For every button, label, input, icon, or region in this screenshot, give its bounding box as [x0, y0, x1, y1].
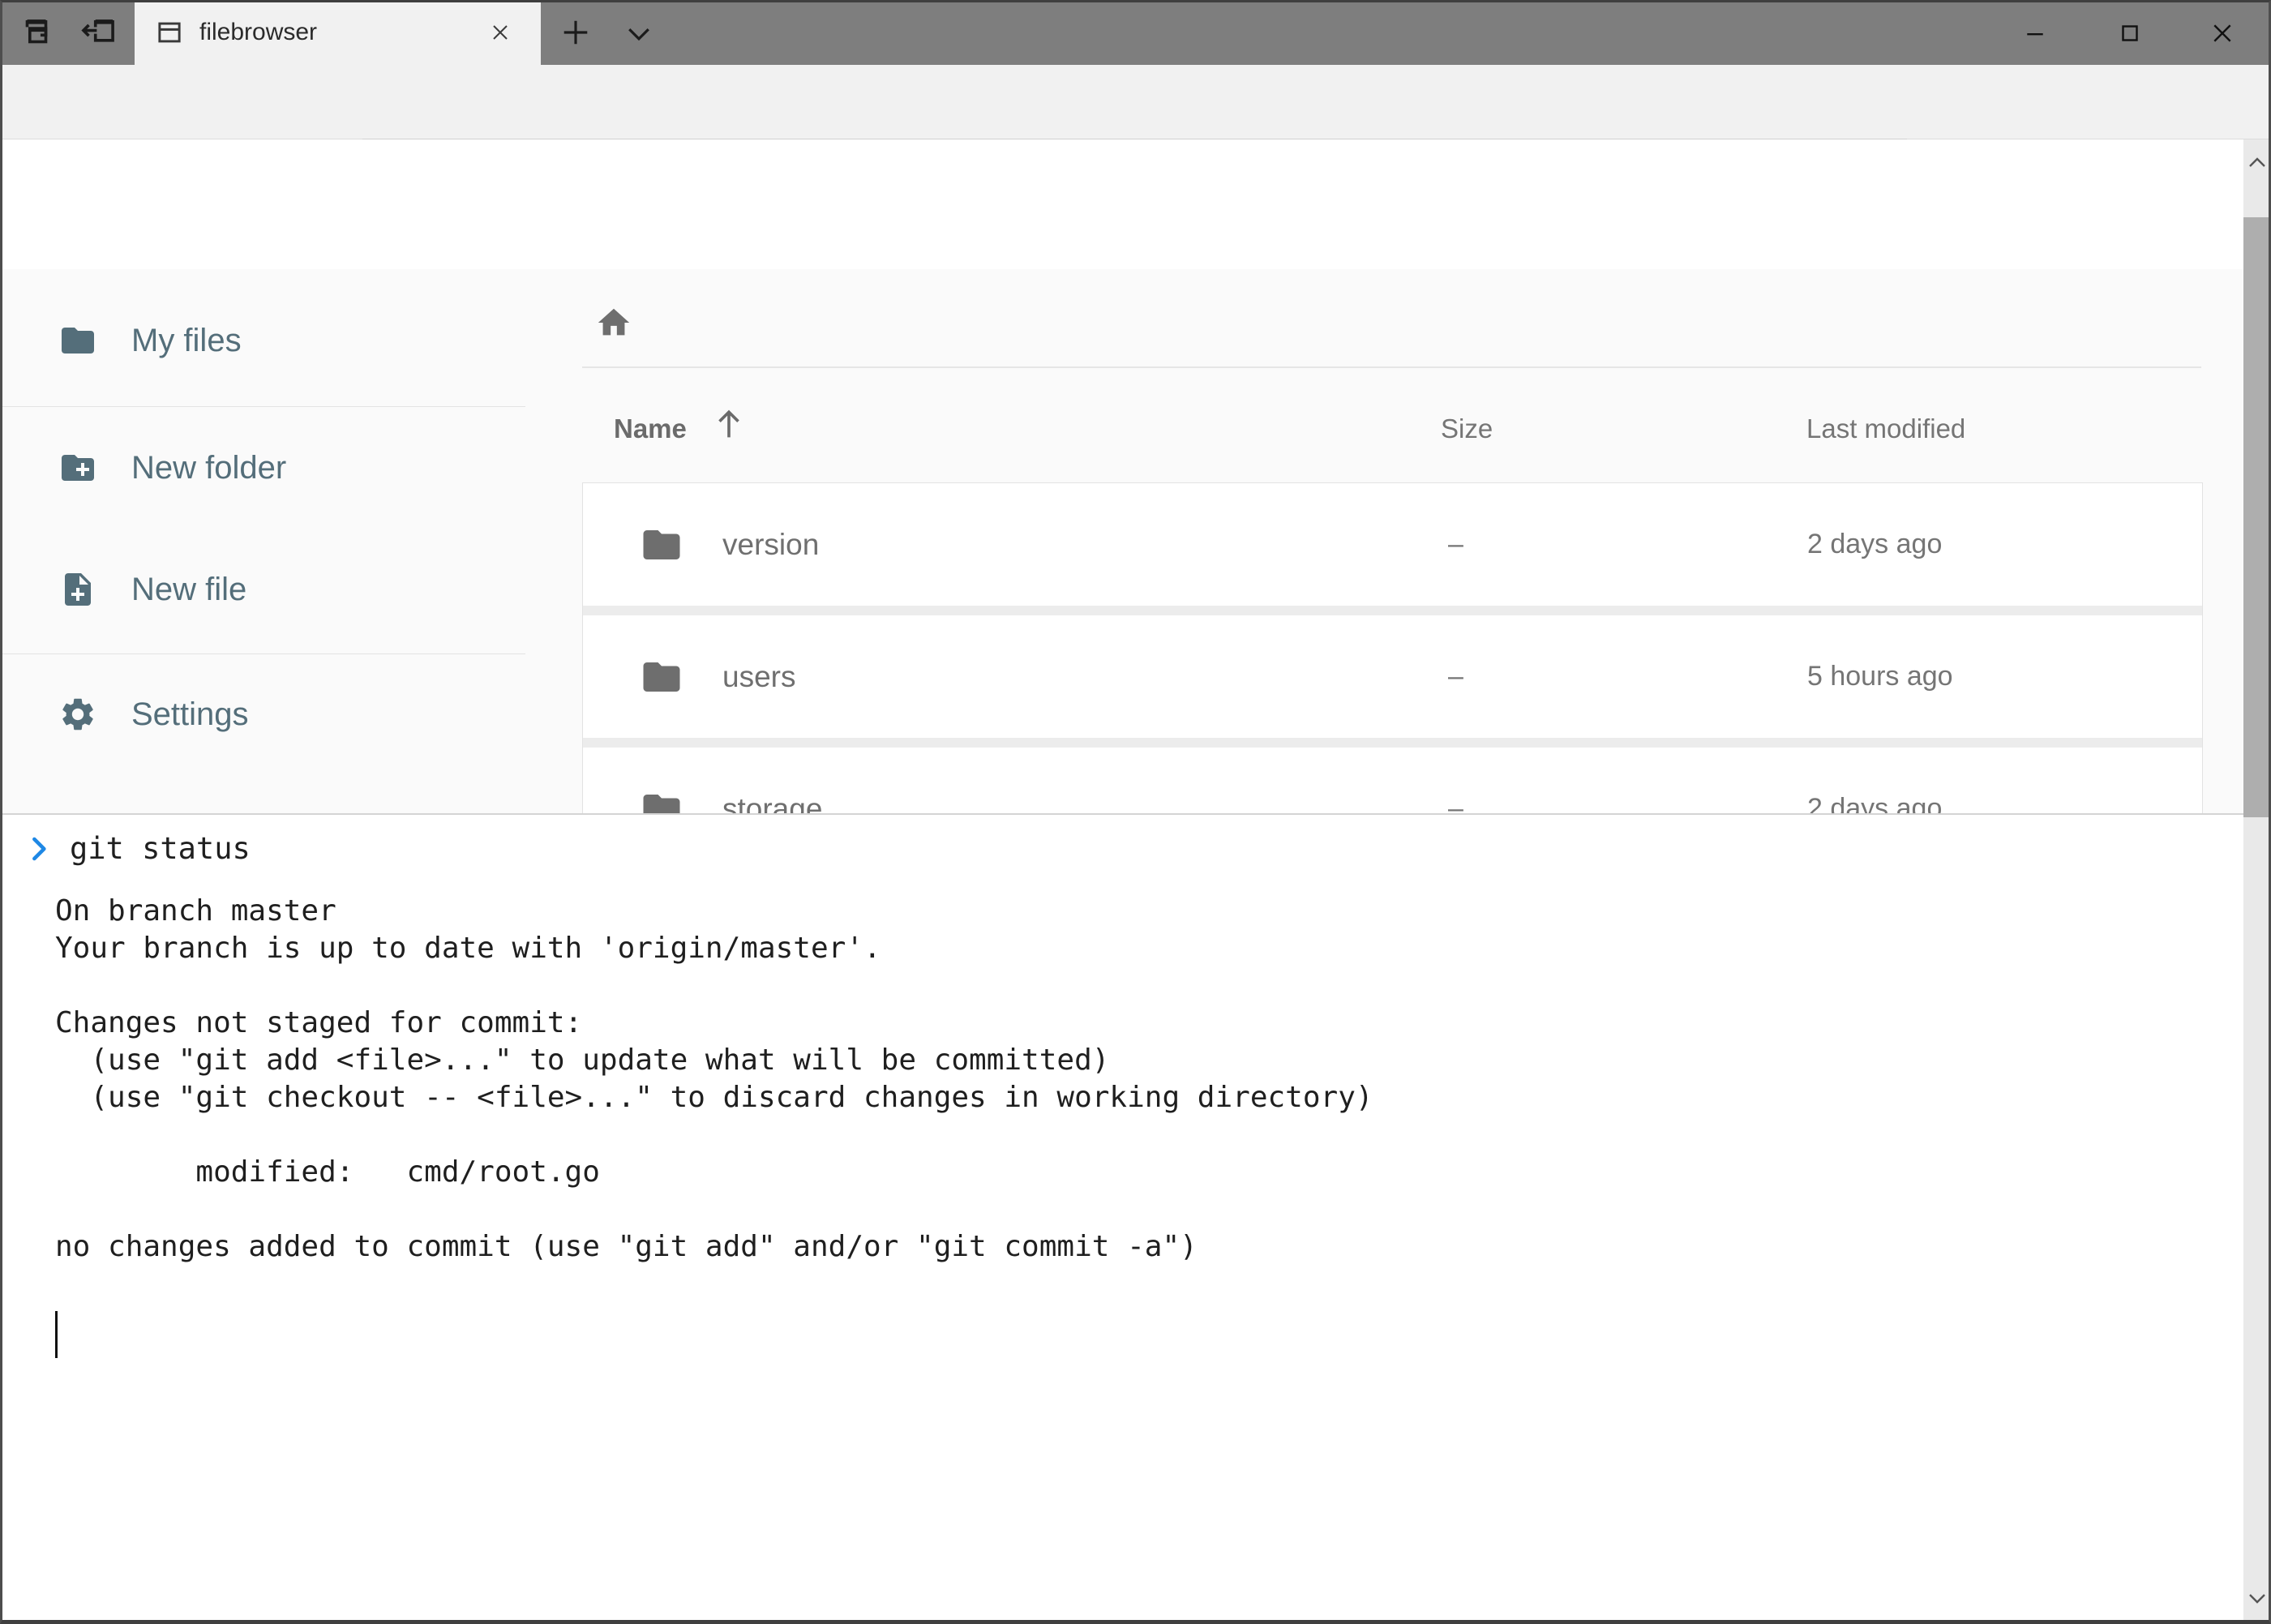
- settings-gear-icon: [58, 695, 97, 734]
- column-header-name[interactable]: Name: [614, 413, 687, 444]
- terminal-output: On branch master Your branch is up to da…: [55, 893, 1373, 1266]
- scrollbar-thumb[interactable]: [2243, 217, 2271, 817]
- folder-icon: [640, 523, 683, 567]
- tab-title: filebrowser: [199, 19, 317, 46]
- file-name: version: [722, 528, 819, 562]
- file-name: users: [722, 660, 795, 694]
- sidebar-item-new-folder[interactable]: New folder: [0, 419, 527, 516]
- new-file-icon: [58, 570, 97, 609]
- file-row-users[interactable]: users – 5 hours ago: [583, 615, 2202, 738]
- tab-filebrowser[interactable]: filebrowser: [135, 0, 541, 65]
- scroll-up-icon[interactable]: [2243, 148, 2271, 177]
- set-tabs-aside-icon[interactable]: [79, 14, 117, 51]
- address-bar: filebrowser.web/files/: [0, 65, 2271, 139]
- sidebar-item-new-file[interactable]: New file: [0, 541, 527, 638]
- scroll-down-icon[interactable]: [2243, 1583, 2271, 1613]
- title-bar: filebrowser: [0, 0, 2271, 65]
- window-minimize-button[interactable]: [2021, 19, 2049, 47]
- tab-preview-chevron-icon[interactable]: [621, 19, 657, 49]
- tabs-set-aside-list-icon[interactable]: [18, 14, 55, 51]
- page-icon: [156, 19, 183, 46]
- terminal-cursor: [55, 1311, 58, 1358]
- file-row-version[interactable]: version – 2 days ago: [583, 483, 2202, 606]
- prompt-chevron-icon: [28, 833, 52, 865]
- sidebar-item-settings[interactable]: Settings: [0, 666, 527, 763]
- page-scrollbar[interactable]: [2243, 139, 2271, 1624]
- sidebar-item-my-files[interactable]: My files: [0, 292, 527, 389]
- tab-close-icon[interactable]: [489, 21, 512, 44]
- browser-window: filebrowser: [0, 0, 2271, 1624]
- file-modified: 5 hours ago: [1807, 661, 1953, 692]
- filebrowser-header: [0, 139, 2271, 269]
- sidebar-divider: [0, 406, 525, 407]
- terminal-command: git status: [70, 831, 251, 866]
- new-tab-button[interactable]: [559, 16, 592, 49]
- column-header-size[interactable]: Size: [1441, 413, 1493, 444]
- sidebar-divider: [0, 653, 525, 654]
- terminal-prompt-line: git status: [28, 831, 251, 866]
- folder-icon: [640, 655, 683, 699]
- breadcrumb-divider: [582, 366, 2201, 368]
- folder-icon: [58, 321, 97, 360]
- file-size: –: [1448, 661, 1463, 692]
- sort-ascending-arrow-icon[interactable]: [710, 405, 748, 443]
- sidebar-item-label: Settings: [131, 696, 249, 733]
- file-size: –: [1448, 529, 1463, 560]
- column-header-modified[interactable]: Last modified: [1806, 413, 1965, 444]
- terminal-panel[interactable]: git status On branch master Your branch …: [0, 813, 2271, 1624]
- breadcrumb-home-icon[interactable]: [595, 304, 632, 341]
- sidebar-item-label: New file: [131, 572, 246, 608]
- sidebar-item-label: New folder: [131, 450, 286, 486]
- file-modified: 2 days ago: [1807, 529, 1942, 560]
- sidebar-item-label: My files: [131, 323, 242, 359]
- new-folder-icon: [58, 448, 97, 487]
- window-close-button[interactable]: [2209, 19, 2236, 47]
- window-maximize-button[interactable]: [2116, 19, 2144, 47]
